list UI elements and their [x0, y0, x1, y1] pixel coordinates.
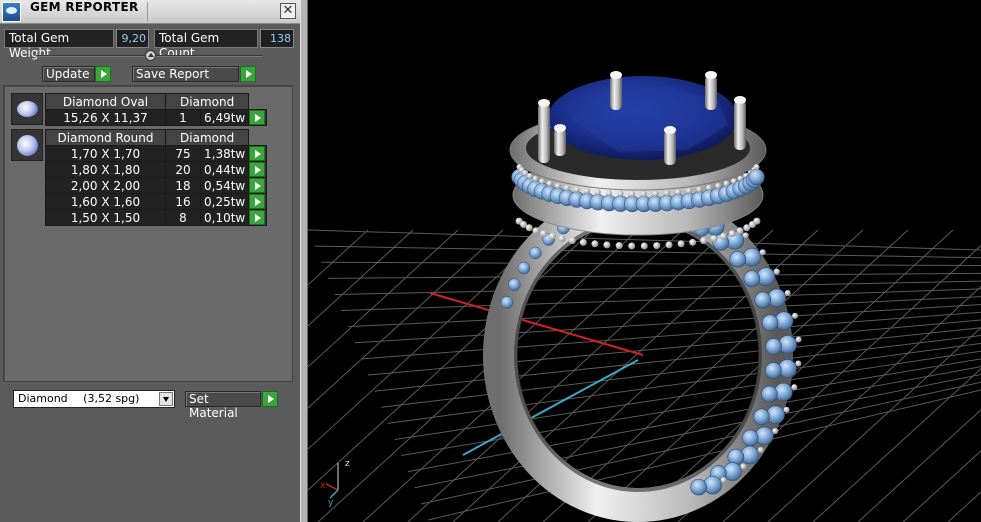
- total-gem-weight-label: Total Gem Weight: [4, 29, 114, 60]
- save-report-button[interactable]: Save Report: [132, 66, 239, 82]
- save-report-go-icon[interactable]: [240, 66, 256, 82]
- gem-weight: 0,25tw: [199, 193, 250, 210]
- select-gems-go-icon[interactable]: [249, 110, 266, 125]
- table-row[interactable]: 1,80 X 1,80 20 0,44tw: [45, 161, 268, 178]
- gem-material: Diamond: [164, 129, 250, 146]
- gem-weight: 0,44tw: [199, 161, 250, 178]
- gem-count: 20: [165, 161, 201, 178]
- gem-size: 1,80 X 1,80: [45, 161, 166, 178]
- floor-grid: [308, 229, 981, 522]
- axis-gizmo: z x y: [320, 459, 350, 508]
- window-title: GEM REPORTER: [30, 0, 139, 14]
- update-button[interactable]: Update: [42, 66, 95, 82]
- gem-weight: 1,38tw: [199, 145, 250, 162]
- material-density: (3,52 spg): [83, 392, 140, 405]
- select-gems-go-icon[interactable]: [249, 162, 266, 177]
- total-gem-count-label: Total Gem Count: [154, 29, 258, 60]
- table-row[interactable]: 1,70 X 1,70 75 1,38tw: [45, 145, 268, 162]
- gem-size: 1,60 X 1,60: [45, 193, 166, 210]
- gem-size: 2,00 X 2,00: [45, 177, 166, 194]
- splitter[interactable]: [300, 0, 308, 522]
- select-gems-go-icon[interactable]: [249, 178, 266, 193]
- total-gem-count-value: 138: [260, 29, 294, 48]
- gem-name: Diamond Oval: [45, 93, 166, 110]
- update-go-icon[interactable]: [95, 66, 111, 82]
- gem-weight: 6,49tw: [199, 109, 250, 126]
- gem-count: 16: [165, 193, 201, 210]
- table-row[interactable]: 15,26 X 11,37 1 6,49tw: [45, 109, 268, 126]
- title-bar[interactable]: GEM REPORTER ✕: [0, 0, 300, 24]
- oval-gem-icon[interactable]: [11, 93, 43, 125]
- gem-group-round: Diamond Round Diamond 1,70 X 1,70 75 1,3…: [45, 129, 268, 226]
- gem-reporter-icon: [2, 2, 21, 22]
- 3d-viewport[interactable]: z x y: [308, 0, 981, 522]
- round-gem-icon[interactable]: [11, 129, 43, 161]
- set-material-go-icon[interactable]: [262, 391, 278, 407]
- set-material-button[interactable]: Set Material: [185, 391, 261, 420]
- gem-group-oval: Diamond Oval Diamond 15,26 X 11,37 1 6,4…: [45, 93, 268, 126]
- chevron-down-icon[interactable]: [159, 392, 173, 406]
- panel-resize-handle[interactable]: [145, 50, 156, 61]
- gem-name: Diamond Round: [45, 129, 166, 146]
- table-row[interactable]: 1,60 X 1,60 16 0,25tw: [45, 193, 268, 210]
- gem-count: 75: [165, 145, 201, 162]
- select-gems-go-icon[interactable]: [249, 210, 266, 225]
- close-icon[interactable]: ✕: [280, 3, 296, 19]
- gem-weight: 0,54tw: [199, 177, 250, 194]
- axis-label-y: y: [328, 498, 334, 508]
- select-gems-go-icon[interactable]: [249, 146, 266, 161]
- gem-size: 1,70 X 1,70: [45, 145, 166, 162]
- gem-count: 1: [165, 109, 201, 126]
- gem-count: 18: [165, 177, 201, 194]
- axis-label-x: x: [320, 481, 326, 491]
- select-gems-go-icon[interactable]: [249, 194, 266, 209]
- gem-material: Diamond: [164, 93, 250, 110]
- total-gem-weight-value: 9,20: [116, 29, 149, 48]
- table-row[interactable]: 1,50 X 1,50 8 0,10tw: [45, 209, 268, 226]
- gem-reporter-panel: GEM REPORTER ✕ Total Gem Weight 9,20 Tot…: [0, 0, 300, 522]
- gem-weight: 0,10tw: [199, 209, 250, 226]
- axis-label-z: z: [345, 459, 350, 469]
- material-name: Diamond: [18, 392, 68, 405]
- ring-render: z x y: [308, 71, 981, 522]
- title-divider: [147, 2, 148, 22]
- material-dropdown[interactable]: Diamond (3,52 spg): [13, 390, 175, 408]
- gem-size: 15,26 X 11,37: [45, 109, 166, 126]
- table-row[interactable]: 2,00 X 2,00 18 0,54tw: [45, 177, 268, 194]
- gem-list: Diamond Oval Diamond 15,26 X 11,37 1 6,4…: [3, 85, 293, 382]
- gem-size: 1,50 X 1,50: [45, 209, 166, 226]
- gem-count: 8: [165, 209, 201, 226]
